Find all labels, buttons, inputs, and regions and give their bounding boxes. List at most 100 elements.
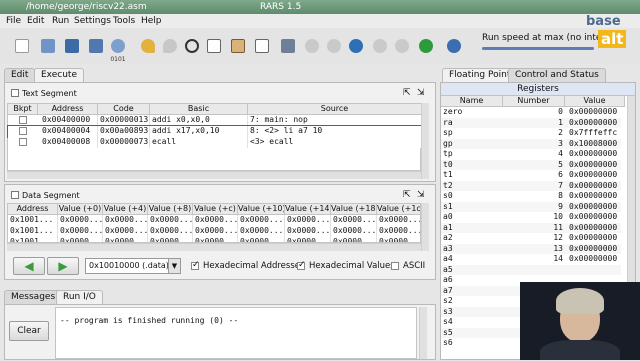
open-file-button[interactable]	[38, 36, 58, 56]
data-segment-hscrollbar[interactable]	[7, 243, 421, 251]
tab-execute[interactable]: Execute	[34, 68, 84, 82]
cut-button[interactable]	[182, 36, 202, 56]
data-value-cell[interactable]: 0x0000...	[193, 215, 238, 226]
step-button[interactable]	[324, 36, 344, 56]
breakpoint-checkbox[interactable]	[19, 116, 27, 124]
register-row[interactable]: gp 3 0x10008000	[441, 138, 621, 149]
redo-button[interactable]	[160, 36, 180, 56]
assemble-button[interactable]	[278, 36, 298, 56]
breakpoint-checkbox[interactable]	[19, 138, 27, 146]
col-source[interactable]: Source	[248, 104, 422, 115]
register-value[interactable]: 0x00000000	[569, 170, 617, 180]
detach-icon[interactable]: ⇱	[403, 190, 411, 200]
prev-page-button[interactable]: ◀	[13, 257, 45, 275]
col-address[interactable]: Address	[8, 204, 58, 215]
collapse-icon[interactable]: ⇲	[417, 190, 425, 200]
register-value[interactable]: 0x7fffeffc	[569, 128, 617, 138]
data-value-cell[interactable]: 0x0000...	[58, 226, 103, 237]
data-value-cell[interactable]: 0x0000...	[238, 226, 285, 237]
col-basic[interactable]: Basic	[150, 104, 248, 115]
data-value-cell[interactable]: 0x0000...	[285, 215, 331, 226]
backstep-button[interactable]	[346, 36, 366, 56]
register-row[interactable]: t0 5 0x00000000	[441, 159, 621, 170]
register-value[interactable]: 0x00000000	[569, 149, 617, 159]
paste-button[interactable]	[228, 36, 248, 56]
undo-button[interactable]	[138, 36, 158, 56]
register-value[interactable]: 0x00000000	[569, 160, 617, 170]
detach-icon[interactable]: ⇱	[403, 88, 411, 98]
data-segment-checkbox[interactable]	[11, 191, 19, 199]
register-row[interactable]: a4 14 0x00000000	[441, 254, 621, 265]
register-value[interactable]: 0x00000000	[569, 107, 617, 117]
col-bkpt[interactable]: Bkpt	[8, 104, 38, 115]
register-row[interactable]: sp 2 0x7fffeffc	[441, 128, 621, 139]
register-value[interactable]: 0x00000000	[569, 233, 617, 243]
table-row[interactable]: 0x00400000 0x00000013 addi x0,x0,0 7: ma…	[8, 115, 422, 126]
pause-button[interactable]	[370, 36, 390, 56]
register-row[interactable]: t1 6 0x00000000	[441, 170, 621, 181]
col-code[interactable]: Code	[98, 104, 150, 115]
ascii-checkbox[interactable]	[391, 262, 399, 270]
register-value[interactable]: 0x00000000	[569, 202, 617, 212]
clear-button[interactable]: Clear	[9, 321, 49, 341]
col-name[interactable]: Name	[441, 96, 503, 107]
hex-values-checkbox[interactable]	[297, 260, 306, 270]
col-value-c[interactable]: Value (+c)	[193, 204, 238, 215]
register-row[interactable]: a2 12 0x00000000	[441, 233, 621, 244]
register-value[interactable]: 0x00000000	[569, 223, 617, 233]
register-row[interactable]: a1 11 0x00000000	[441, 222, 621, 233]
next-page-button[interactable]: ▶	[47, 257, 79, 275]
register-row[interactable]: s0 8 0x00000000	[441, 191, 621, 202]
register-row[interactable]: a0 10 0x00000000	[441, 212, 621, 223]
data-value-cell[interactable]: 0x0000...	[331, 226, 377, 237]
data-value-cell[interactable]: 0x0000...	[331, 215, 377, 226]
save-button[interactable]	[62, 36, 82, 56]
col-value-4[interactable]: Value (+4)	[103, 204, 148, 215]
col-value-1c[interactable]: Value (+1c)	[377, 204, 420, 215]
menu-edit[interactable]: Edit	[27, 16, 44, 26]
data-value-cell[interactable]: 0x0000...	[58, 215, 103, 226]
tab-control-status[interactable]: Control and Status	[508, 68, 606, 82]
register-value[interactable]: 0x00000000	[569, 254, 617, 264]
menu-run[interactable]: Run	[52, 16, 69, 26]
data-address-cell[interactable]: 0x1001...	[8, 215, 58, 226]
tab-messages[interactable]: Messages	[4, 290, 63, 304]
text-segment-checkbox[interactable]	[11, 89, 19, 97]
run-io-output[interactable]: -- program is finished running (0) --	[55, 307, 417, 359]
menu-tools[interactable]: Tools	[113, 16, 135, 26]
register-row[interactable]: s1 9 0x00000000	[441, 201, 621, 212]
copy-button[interactable]	[204, 36, 224, 56]
hex-addresses-checkbox[interactable]	[191, 260, 200, 270]
save-as-button[interactable]	[86, 36, 106, 56]
data-value-cell[interactable]: 0x0000...	[285, 226, 331, 237]
data-segment-vscrollbar[interactable]	[421, 203, 429, 251]
col-value-0[interactable]: Value (+0)	[58, 204, 103, 215]
register-row[interactable]: t2 7 0x00000000	[441, 180, 621, 191]
breakpoint-checkbox[interactable]	[19, 127, 27, 135]
run-io-vscrollbar[interactable]	[419, 307, 427, 359]
register-value[interactable]: 0x00000000	[569, 191, 617, 201]
data-address-cell[interactable]: 0x1001...	[8, 226, 58, 237]
col-number[interactable]: Number	[503, 96, 565, 107]
register-value[interactable]: 0x10008000	[569, 139, 617, 149]
data-value-cell[interactable]: 0x0000...	[193, 226, 238, 237]
tab-run-io[interactable]: Run I/O	[56, 290, 103, 304]
menu-help[interactable]: Help	[141, 16, 162, 26]
data-value-cell[interactable]: 0x0000...	[148, 226, 193, 237]
tab-floating-point[interactable]: Floating Point	[442, 68, 518, 82]
find-replace-button[interactable]	[252, 36, 272, 56]
register-row[interactable]: zero 0 0x00000000	[441, 107, 621, 118]
run-button[interactable]	[302, 36, 322, 56]
register-row[interactable]: a5	[441, 264, 621, 275]
dump-memory-button[interactable]: 0101	[108, 36, 128, 63]
table-row-selected[interactable]: 0x00400004 0x00a00893 addi x17,x0,10 8: …	[7, 125, 423, 138]
table-row[interactable]: 0x00400008 0x00000073 ecall <3> ecall	[8, 137, 422, 148]
col-value-18[interactable]: Value (+18)	[331, 204, 377, 215]
data-value-cell[interactable]: 0x0000...	[377, 215, 420, 226]
register-value[interactable]: 0x00000000	[569, 181, 617, 191]
data-value-cell[interactable]: 0x0000...	[103, 226, 148, 237]
address-select[interactable]: 0x10010000 (.data) ▼	[85, 258, 181, 274]
data-value-cell[interactable]: 0x0000...	[238, 215, 285, 226]
text-segment-hscrollbar[interactable]	[7, 171, 421, 179]
data-value-cell[interactable]: 0x0000...	[377, 226, 420, 237]
